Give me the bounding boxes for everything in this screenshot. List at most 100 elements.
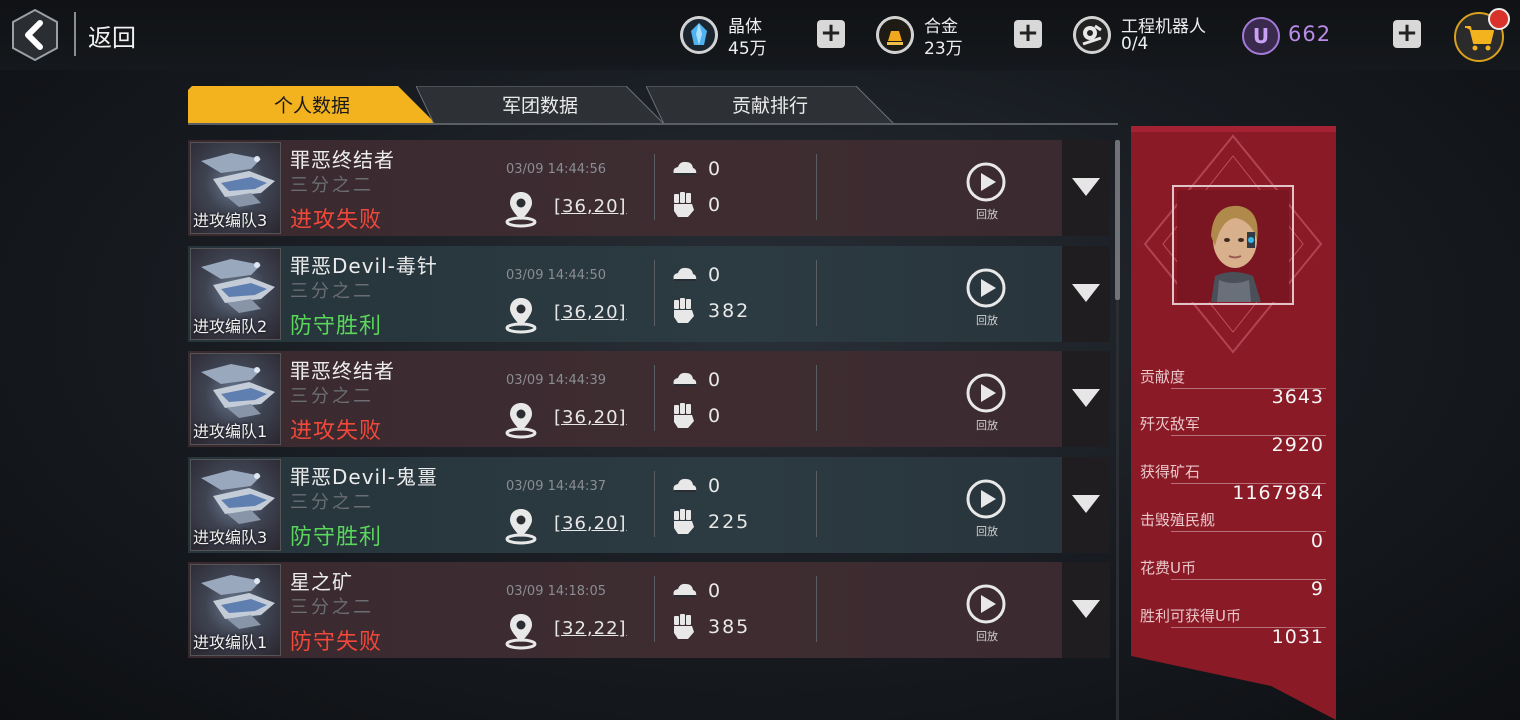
attack-value: 382	[708, 300, 751, 322]
battle-sub-label: 三分之二	[290, 175, 374, 196]
replay-button[interactable]	[966, 373, 1006, 413]
opponent-name: 罪恶Devil-毒针	[290, 254, 438, 278]
stat-divider	[1171, 531, 1326, 532]
loss-value: 0	[708, 475, 723, 497]
stats-panel: 贡献度 3643 歼灭敌军 2920 获得矿石 1167984 击毁殖民舰 0 …	[1131, 126, 1336, 720]
battle-time: 03/09 14:44:56	[506, 162, 606, 177]
play-icon	[966, 479, 1006, 519]
add-crystal-button[interactable]: +	[817, 20, 845, 48]
battle-coordinates-link[interactable]: [32,22]	[554, 618, 627, 639]
avatar-portrait	[1177, 190, 1289, 302]
column-divider	[816, 365, 817, 431]
fleet-team-label: 进攻编队3	[193, 211, 268, 230]
fleet-thumbnail: 进攻编队1	[190, 564, 281, 656]
cart-notification-badge	[1488, 8, 1510, 30]
opponent-name: 罪恶终结者	[290, 148, 395, 172]
play-icon	[966, 584, 1006, 624]
location-pin-icon	[505, 192, 537, 228]
battle-coordinates-link[interactable]: [36,20]	[554, 196, 627, 217]
fleet-team-label: 进攻编队2	[193, 317, 268, 336]
tab-contribution-ranking[interactable]: 贡献排行	[646, 86, 894, 124]
battle-coordinates-link[interactable]: [36,20]	[554, 302, 627, 323]
tab-label: 个人数据	[273, 95, 350, 117]
stat-label-u-coin-spent: 花费U币	[1140, 559, 1196, 577]
fleet-team-label: 进攻编队1	[193, 422, 268, 441]
battle-coordinates-link[interactable]: [36,20]	[554, 407, 627, 428]
fleet-ship-icon	[201, 153, 275, 207]
stat-value-enemies-destroyed: 2920	[1271, 434, 1324, 456]
add-u-coin-button[interactable]: +	[1393, 20, 1421, 48]
replay-button[interactable]	[966, 268, 1006, 308]
back-button[interactable]	[8, 8, 62, 62]
column-divider	[654, 260, 655, 326]
battle-result: 进攻失败	[290, 208, 383, 233]
expand-row-button[interactable]	[1062, 457, 1110, 553]
battle-record-row[interactable]: 进攻编队2 罪恶Devil-毒针 三分之二 防守胜利 03/09 14:44:50 [36…	[188, 246, 1110, 342]
expand-row-button[interactable]	[1062, 246, 1110, 342]
column-divider	[816, 260, 817, 326]
battle-record-row[interactable]: 进攻编队1 罪恶终结者 三分之二 进攻失败 03/09 14:44:39 [36,20] 0…	[188, 351, 1110, 447]
battle-time: 03/09 14:44:50	[506, 268, 606, 283]
loss-cloud-icon	[673, 267, 697, 281]
alloy-icon	[876, 16, 914, 54]
attack-value: 385	[708, 616, 751, 638]
robot-value: 0/4	[1121, 34, 1149, 54]
u-coin-icon: U	[1242, 17, 1280, 55]
back-divider	[74, 12, 76, 56]
battle-result: 进攻失败	[290, 419, 383, 444]
commander-avatar[interactable]	[1177, 190, 1289, 302]
replay-button[interactable]	[966, 584, 1006, 624]
back-arrow-icon	[12, 8, 58, 62]
battle-sub-label: 三分之二	[290, 492, 374, 513]
battle-record-row[interactable]: 进攻编队1 星之矿 三分之二 防守失败 03/09 14:18:05 [32,22] 0 38…	[188, 562, 1110, 658]
expand-row-button[interactable]	[1062, 351, 1110, 447]
attack-fist-icon	[674, 192, 694, 217]
play-icon	[966, 162, 1006, 202]
fleet-thumbnail: 进攻编队1	[190, 353, 281, 445]
alloy-value: 23万	[924, 39, 963, 59]
replay-label: 回放	[976, 630, 998, 643]
stat-value-colony-ships-destroyed: 0	[1310, 530, 1324, 552]
chevron-down-icon	[1072, 600, 1100, 618]
replay-button[interactable]	[966, 479, 1006, 519]
column-divider	[816, 154, 817, 220]
fleet-ship-icon	[201, 470, 275, 524]
u-coin-value: 662	[1288, 22, 1332, 46]
battle-time: 03/09 14:18:05	[506, 584, 606, 599]
stat-label-colony-ships-destroyed: 击毁殖民舰	[1140, 511, 1216, 529]
expand-row-button[interactable]	[1062, 562, 1110, 658]
chevron-down-icon	[1072, 178, 1100, 196]
attack-value: 0	[708, 194, 723, 216]
loss-value: 0	[708, 264, 723, 286]
stat-label-victory-u-coin: 胜利可获得U币	[1140, 607, 1241, 625]
loss-cloud-icon	[673, 372, 697, 386]
stat-value-u-coin-spent: 9	[1310, 578, 1324, 600]
back-label[interactable]: 返回	[88, 18, 136, 53]
attack-value: 225	[708, 511, 751, 533]
expand-row-button[interactable]	[1062, 140, 1110, 236]
stat-label-enemies-destroyed: 歼灭敌军	[1140, 415, 1201, 433]
column-divider	[654, 471, 655, 537]
replay-label: 回放	[976, 208, 998, 221]
attack-fist-icon	[674, 614, 694, 639]
battle-record-row[interactable]: 进攻编队3 罪恶终结者三分之二进攻失败 03/09 14:44:56 [36,20] 0…	[188, 140, 1110, 236]
add-alloy-button[interactable]: +	[1014, 20, 1042, 48]
battle-sub-label: 三分之二	[290, 386, 374, 407]
battle-sub-label: 三分之二	[290, 597, 374, 618]
chevron-down-icon	[1072, 389, 1100, 407]
battle-coordinates-link[interactable]: [36,20]	[554, 513, 627, 534]
battle-record-row[interactable]: 进攻编队3 罪恶Devil-鬼畺 三分之二 防守胜利 03/09 14:44:37 [36…	[188, 457, 1110, 553]
attack-fist-icon	[674, 298, 694, 323]
replay-button[interactable]	[966, 162, 1006, 202]
scrollbar-thumb[interactable]	[1115, 140, 1120, 300]
tab-legion-data[interactable]: 军团数据	[416, 86, 664, 124]
tab-underline	[188, 123, 1118, 125]
attack-fist-icon	[674, 403, 694, 428]
tab-label: 军团数据	[501, 95, 578, 117]
fleet-thumbnail: 进攻编队3	[190, 459, 281, 551]
location-pin-icon	[505, 509, 537, 545]
loss-value: 0	[708, 158, 723, 180]
column-divider	[654, 365, 655, 431]
tab-personal-data[interactable]: 个人数据	[188, 86, 436, 124]
battle-result: 防守胜利	[290, 525, 383, 550]
